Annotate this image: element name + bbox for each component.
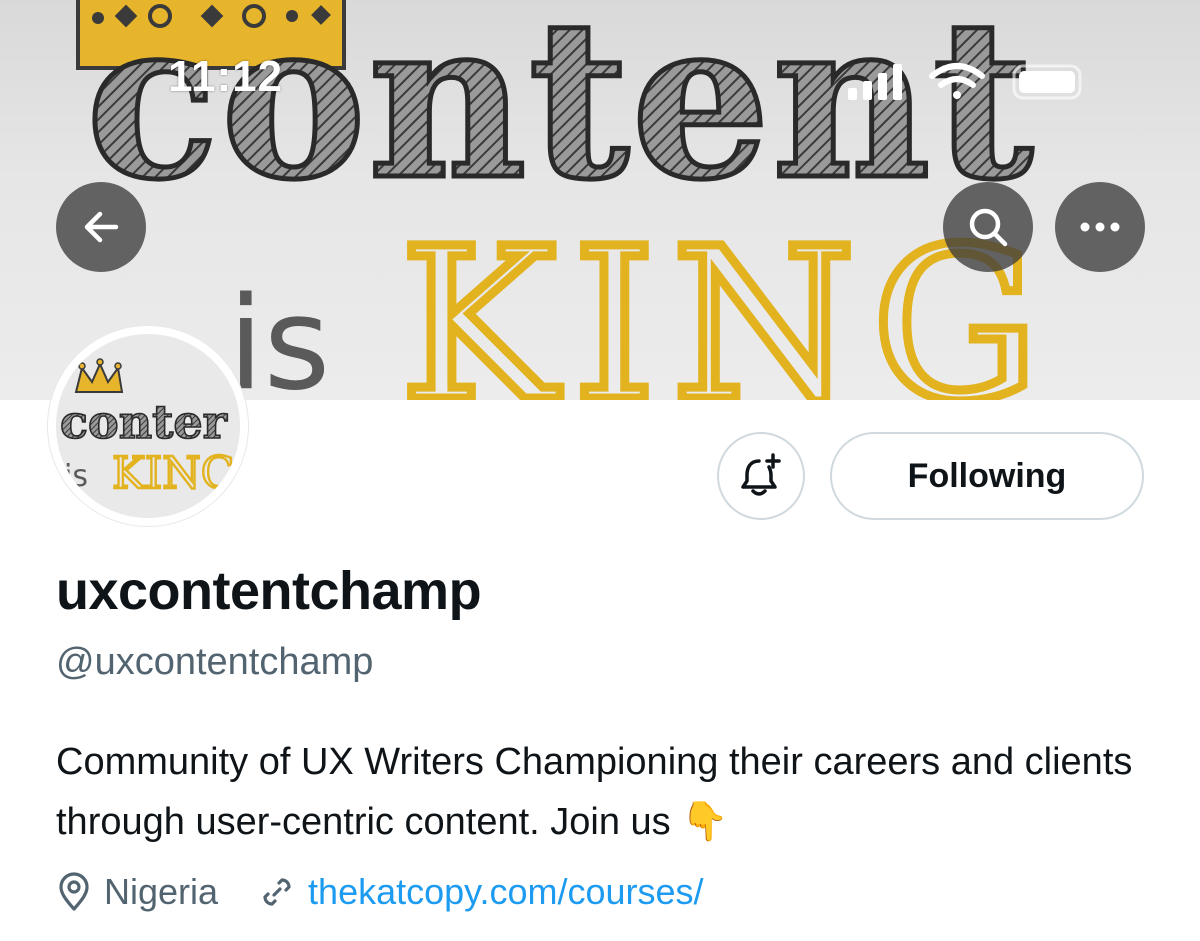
location-item: Nigeria — [56, 871, 218, 913]
more-options-button[interactable] — [1055, 182, 1145, 272]
location-pin-icon — [59, 872, 89, 911]
website-link[interactable]: thekatcopy.com/courses/ — [308, 871, 704, 913]
banner-word-top: content — [86, 0, 1035, 228]
avatar[interactable]: conter is KINC — [48, 326, 248, 526]
avatar-word-is: is — [64, 459, 88, 494]
following-button[interactable]: Following — [830, 432, 1144, 520]
banner-word-is: is — [228, 270, 330, 400]
bell-plus-icon — [741, 453, 781, 496]
cellular-signal-icon — [848, 64, 902, 100]
wifi-icon — [929, 63, 985, 99]
website-item: thekatcopy.com/courses/ — [258, 871, 704, 913]
location-text: Nigeria — [104, 871, 219, 912]
back-button[interactable] — [56, 182, 146, 272]
more-icon — [1080, 222, 1120, 232]
status-bar-icons — [848, 62, 1088, 102]
arrow-left-icon — [84, 211, 119, 243]
notifications-button[interactable] — [717, 432, 805, 520]
display-name: uxcontentchamp — [56, 561, 482, 621]
profile-meta-row: Nigeria thekatcopy.com/courses/ — [56, 864, 704, 920]
search-button[interactable] — [943, 182, 1033, 272]
battery-icon — [1012, 64, 1082, 100]
avatar-image: conter is KINC — [56, 334, 240, 518]
avatar-word-king: KINC — [112, 448, 234, 499]
user-handle: @uxcontentchamp — [56, 641, 374, 683]
search-icon — [969, 208, 1008, 247]
link-icon — [263, 878, 291, 906]
status-bar-time: 11:12 — [168, 52, 284, 101]
profile-bio: Community of UX Writers Championing thei… — [56, 741, 1133, 843]
avatar-word-top: conter — [60, 395, 228, 449]
